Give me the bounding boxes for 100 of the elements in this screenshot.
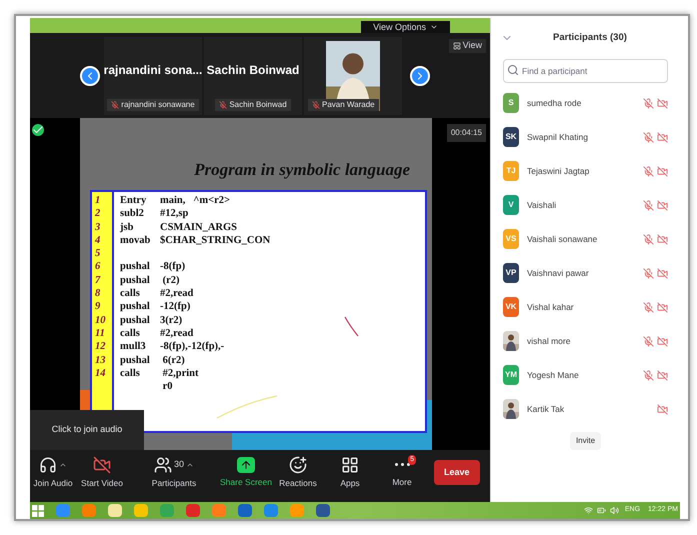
avatar: VS	[503, 229, 519, 249]
toolbar-button[interactable]: Apps	[324, 452, 376, 492]
code-operand: #2,print	[162, 366, 199, 380]
participant-name: Vaishali	[527, 198, 558, 212]
code-mnemonic: mull3	[120, 341, 146, 352]
avatar: V	[503, 195, 519, 215]
tooltip: Click to join audio	[30, 410, 144, 450]
leave-button[interactable]: Leave	[434, 460, 480, 486]
code-mnemonic: subl2	[120, 208, 144, 220]
invite-button[interactable]: Invite	[570, 432, 602, 450]
search-field[interactable]: Find a participant	[503, 59, 668, 83]
participant-row[interactable]: YM Yogesh Mane	[491, 358, 680, 392]
code-operand: #12,sp	[160, 207, 188, 221]
avatar: SK	[503, 127, 519, 147]
line-number: 14	[94, 368, 106, 379]
code-operand: #2,read	[160, 326, 194, 340]
participant-row[interactable]: vishal more	[491, 324, 680, 358]
avatar: VP	[503, 263, 519, 283]
windows-logo-icon[interactable]	[32, 504, 44, 517]
line-number: 6	[94, 261, 100, 272]
participant-count: 30	[174, 458, 184, 471]
line-number: 10	[94, 314, 106, 326]
mic-off-icon	[312, 100, 320, 108]
participant-row[interactable]: VS Vaishali sonawane	[491, 222, 680, 256]
participant-name: vishal more	[527, 334, 572, 348]
avatar: TJ	[503, 161, 519, 181]
view-button[interactable]: View	[448, 39, 486, 52]
participant-row[interactable]: V Vaishali	[491, 188, 680, 222]
participant-row[interactable]: Kartik Tak	[491, 392, 680, 426]
code-operand: r0	[162, 380, 173, 394]
name-label: rajnandini sonawane	[107, 98, 199, 110]
video-off-icon	[93, 456, 111, 474]
avatar: YM	[503, 365, 519, 385]
participant-name: Vaishnavi pawar	[527, 266, 590, 280]
participant-name: Swapnil Khating	[527, 130, 589, 144]
previous-button[interactable]	[80, 66, 100, 86]
participant-row[interactable]: VK Vishal kahar	[491, 290, 680, 324]
network-icon[interactable]	[584, 506, 593, 516]
participant-name: Sachin Boinwad	[206, 62, 300, 78]
taskbar-app-icon[interactable]	[264, 504, 278, 518]
taskbar-app-icon[interactable]	[108, 504, 122, 518]
share-screen-icon	[237, 456, 255, 473]
avatar: VK	[503, 297, 519, 317]
grid-icon	[452, 42, 461, 50]
participant-row[interactable]: TJ Tejaswini Jagtap	[491, 154, 680, 188]
name-label: Sachin Boinwad	[215, 98, 291, 110]
code-mnemonic: movab	[120, 234, 150, 246]
search-icon	[507, 64, 519, 76]
code-mnemonic: pushal	[120, 301, 150, 312]
toolbar-button[interactable]: Join Audio	[30, 452, 76, 492]
participant-name: rajnandini sona...	[104, 62, 202, 78]
toolbar-button[interactable]: Reactions	[272, 452, 324, 492]
line-number: 13	[94, 354, 106, 366]
code-operand: -12(fp)	[160, 300, 190, 314]
taskbar-app-icon[interactable]	[186, 504, 200, 518]
code-operand: #2,read	[160, 287, 194, 300]
line-number: 9	[94, 301, 100, 312]
participant-name: sumedha rode	[527, 96, 582, 110]
mic-off-icon	[111, 100, 120, 108]
line-number: 7	[94, 274, 100, 286]
toolbar-button[interactable]: Share Screen	[220, 452, 272, 492]
smiley-icon	[289, 456, 307, 474]
meeting-timer: 00:04:15	[446, 124, 486, 142]
participant-row[interactable]: S sumedha rode	[491, 86, 680, 120]
participant-row[interactable]: SK Swapnil Khating	[491, 120, 680, 154]
name-label: Pavan Warade	[308, 98, 379, 110]
code-mnemonic: jsb	[120, 222, 134, 233]
line-number: 8	[94, 288, 100, 300]
participant-name: Vaishali sonawane	[527, 232, 598, 246]
code-operand: CSMAIN_ARGS	[160, 220, 238, 234]
battery-icon[interactable]	[596, 506, 606, 516]
participant-name: Yogesh Mane	[527, 368, 580, 382]
volume-icon[interactable]	[610, 506, 619, 516]
code-mnemonic: calls	[120, 328, 140, 339]
toolbar-button[interactable]: Start Video	[76, 452, 128, 492]
toolbar-button[interactable]: 30 Participants	[128, 452, 220, 492]
apps-icon	[341, 456, 359, 474]
code-mnemonic: pushal	[120, 354, 150, 366]
taskbar-app-icon[interactable]	[316, 504, 330, 518]
participant-row[interactable]: VP Vaishnavi pawar	[491, 256, 680, 290]
avatar: S	[503, 93, 519, 113]
next-button[interactable]	[410, 66, 430, 86]
code-mnemonic: Entry	[120, 195, 146, 206]
line-number: 4	[94, 234, 100, 246]
view-options-button[interactable]: View Options	[361, 21, 450, 33]
code-operand: 6(r2)	[162, 354, 185, 367]
taskbar-app-icon[interactable]	[238, 504, 252, 518]
taskbar-app-icon[interactable]	[134, 504, 148, 518]
headphones-icon	[39, 456, 57, 474]
line-number: 11	[94, 328, 105, 339]
code-mnemonic: pushal	[120, 274, 150, 286]
more-icon	[394, 463, 410, 466]
code-mnemonic: pushal	[120, 261, 150, 272]
line-number: 5	[94, 248, 100, 260]
code-mnemonic: pushal	[120, 314, 150, 326]
code-operand: main, ^m<r2>	[160, 194, 230, 208]
code-operand: 3(r2)	[160, 314, 182, 327]
line-number: 3	[94, 222, 100, 233]
participant-name: Kartik Tak	[527, 402, 566, 416]
mic-off-icon	[219, 100, 228, 108]
